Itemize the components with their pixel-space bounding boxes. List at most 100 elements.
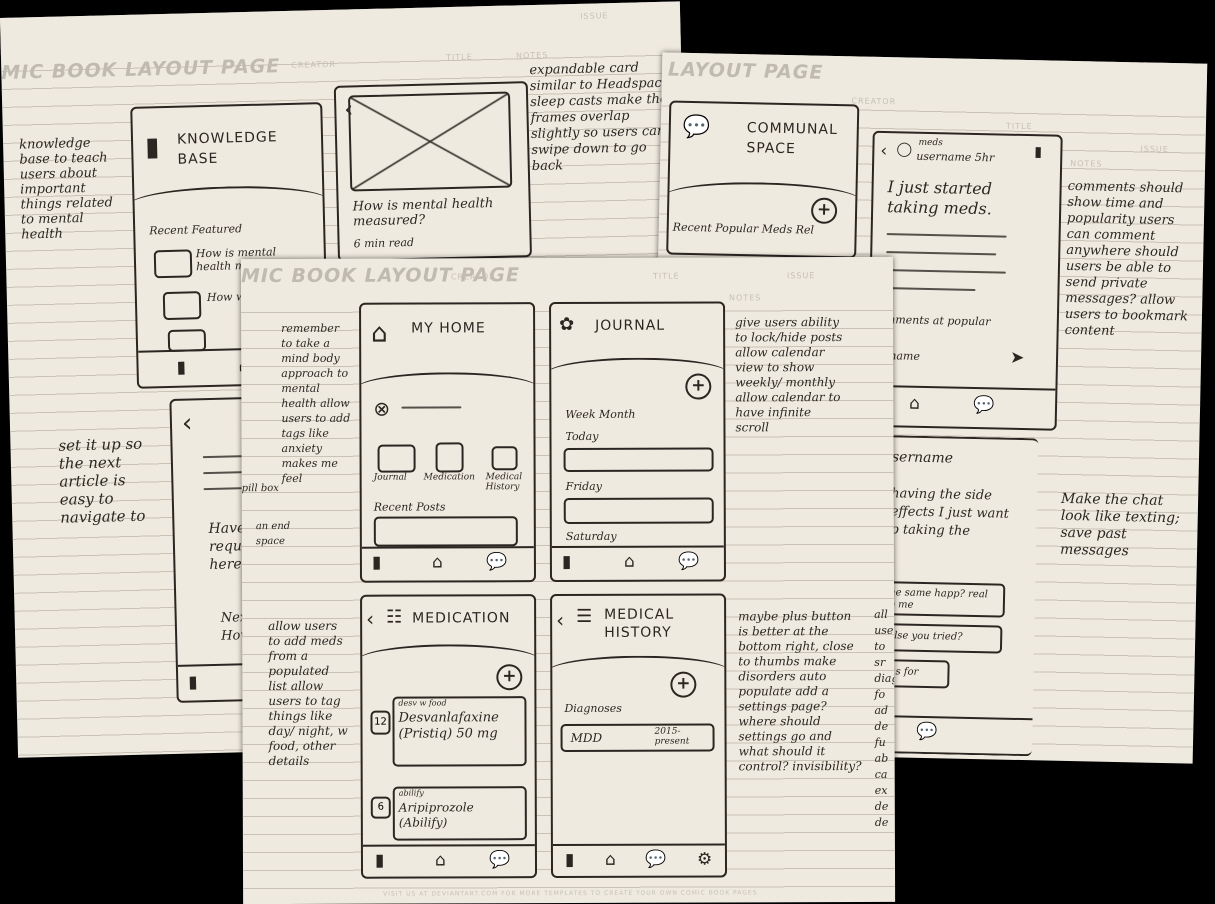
bottom-nav: ▮ ⌂ 💬 bbox=[361, 546, 534, 581]
page-title: MIC BOOK LAYOUT PAGE bbox=[1, 55, 281, 84]
avatar: ◯ bbox=[896, 141, 913, 158]
header-label: TITLE bbox=[652, 271, 680, 281]
medical-history-shortcut-icon[interactable] bbox=[491, 446, 518, 471]
med-day: 6 bbox=[377, 801, 384, 813]
calendar-icon: 12 bbox=[370, 710, 391, 735]
home-nav-icon[interactable]: ⌂ bbox=[432, 552, 443, 572]
home-nav-icon[interactable]: ⌂ bbox=[605, 850, 616, 870]
recent-post[interactable] bbox=[373, 516, 518, 547]
bookmark-icon[interactable]: ▮ bbox=[1034, 144, 1042, 160]
note-knowledge-base: knowledge base to teach users about impo… bbox=[18, 135, 114, 243]
back-arrow-icon[interactable]: ‹ bbox=[182, 408, 193, 438]
text-line bbox=[886, 251, 997, 256]
shortcut-label: Medication bbox=[423, 472, 475, 483]
article-title: How is mental health measured? bbox=[352, 196, 494, 230]
bottom-nav: ▮ ⌂ 💬 bbox=[362, 844, 536, 877]
chat-bubbles-icon: 💬 bbox=[682, 114, 711, 141]
back-arrow-icon[interactable]: ‹ bbox=[880, 141, 887, 161]
note-home: remember to take a mind body approach to… bbox=[281, 321, 351, 485]
book-nav-icon[interactable]: ▮ bbox=[375, 851, 384, 871]
book-nav-icon[interactable]: ▮ bbox=[565, 850, 574, 870]
chat-username: sername bbox=[891, 449, 954, 467]
chat-bubble: the same happ? real to me bbox=[876, 580, 1006, 618]
journal-screen: ✿ JOURNAL + Week Month Today Friday Satu… bbox=[549, 301, 727, 583]
note-comments: comments should show time and popularity… bbox=[1064, 178, 1189, 339]
header-label: NOTES bbox=[515, 50, 549, 61]
text-line bbox=[885, 269, 1006, 274]
bottom-nav: ▮ ⌂ 💬 bbox=[551, 545, 724, 581]
home-title: MY HOME bbox=[411, 320, 486, 337]
medication-name: Desvanlafaxine (Pristiq) 50 mg bbox=[398, 710, 499, 742]
kb-tabs[interactable]: Recent Featured bbox=[149, 222, 242, 237]
chat-nav-icon[interactable]: 💬 bbox=[645, 850, 666, 870]
chat-nav-icon[interactable]: 💬 bbox=[489, 850, 510, 870]
add-diagnosis-button[interactable]: + bbox=[670, 671, 697, 698]
medical-history-screen: ‹ ☰ MEDICAL HISTORY + Diagnoses MDD 2015… bbox=[550, 593, 728, 879]
diagnosis-item[interactable]: MDD 2015- present bbox=[560, 723, 715, 753]
recent-posts-label: Recent Posts bbox=[373, 500, 446, 514]
add-post-button[interactable]: + bbox=[810, 197, 838, 225]
medication-tags: desv w food bbox=[398, 698, 447, 708]
image-placeholder bbox=[162, 291, 202, 321]
header-hill bbox=[130, 184, 328, 221]
journal-tabs[interactable]: Week Month bbox=[565, 408, 635, 421]
journal-entry[interactable] bbox=[563, 497, 714, 525]
comments-tabs[interactable]: mments at popular bbox=[885, 313, 1045, 329]
journal-entry[interactable] bbox=[563, 447, 714, 473]
text-line bbox=[886, 233, 1007, 238]
chat-nav-icon[interactable]: 💬 bbox=[973, 395, 995, 415]
send-button[interactable]: ➤ bbox=[1010, 348, 1025, 368]
communal-title: COMMUNAL SPACE bbox=[746, 120, 839, 158]
header-label: CREATOR bbox=[291, 59, 337, 70]
home-nav-icon[interactable]: ⌂ bbox=[624, 552, 635, 572]
quote-pill-box: pill box bbox=[241, 483, 279, 495]
note-expandable-card: expandable card similar to Headspace sle… bbox=[529, 60, 670, 175]
settings-icon[interactable]: ⚙ bbox=[697, 849, 712, 869]
post-screen: ‹ ◯ meds username 5hr ▮ I just started t… bbox=[866, 130, 1063, 431]
image-placeholder bbox=[153, 249, 193, 279]
back-arrow-icon[interactable]: ‹ bbox=[366, 607, 374, 631]
medication-card[interactable]: abilify Aripiprozole (Abilify) bbox=[392, 786, 527, 841]
medication-title: MEDICATION bbox=[412, 610, 511, 627]
header-label: NOTES bbox=[1070, 158, 1103, 169]
add-medication-button[interactable]: + bbox=[496, 664, 523, 691]
note-medication: allow users to add meds from a populated… bbox=[268, 618, 348, 769]
chat-nav-icon[interactable]: 💬 bbox=[678, 552, 699, 572]
shortcut-label: Journal bbox=[373, 472, 407, 483]
communal-tabs[interactable]: Recent Popular Meds Rel bbox=[673, 221, 815, 237]
add-entry-button[interactable]: + bbox=[685, 373, 712, 400]
chat-message: having the side effects I just want p ta… bbox=[890, 486, 1010, 539]
header-label: CREATOR bbox=[450, 272, 496, 282]
journal-shortcut-icon[interactable] bbox=[377, 444, 416, 473]
knowledge-base-title: KNOWLEDGE BASE bbox=[176, 129, 278, 168]
home-nav-icon[interactable]: ⌂ bbox=[909, 394, 920, 414]
communal-space-screen: 💬 COMMUNAL SPACE + Recent Popular Meds R… bbox=[666, 100, 860, 259]
house-icon: ⌂ bbox=[371, 318, 388, 349]
back-arrow-icon[interactable]: ‹ bbox=[556, 608, 564, 632]
chat-nav-icon[interactable]: 💬 bbox=[916, 722, 938, 742]
note-medical-history: maybe plus button is better at the botto… bbox=[738, 609, 862, 774]
day-label: Friday bbox=[565, 479, 602, 494]
book-nav-icon[interactable]: ▮ bbox=[372, 553, 381, 573]
page-title: LAYOUT PAGE bbox=[667, 58, 824, 84]
chat-bubble-text: else you tried? bbox=[888, 630, 963, 643]
home-nav-icon[interactable]: ⌂ bbox=[435, 850, 446, 870]
sheet-header: MIC BOOK LAYOUT PAGE bbox=[0, 1, 681, 84]
header-label: TITLE bbox=[445, 52, 473, 63]
header-label: ISSUE bbox=[580, 11, 609, 21]
calendar-icon: 6 bbox=[370, 796, 391, 819]
quote-end-space: an end space bbox=[255, 520, 291, 548]
mood-icon: ⊗ bbox=[373, 396, 391, 421]
bottom-nav: ⌂ 💬 bbox=[868, 384, 1056, 429]
chat-nav-icon[interactable]: 💬 bbox=[486, 552, 507, 572]
book-nav-icon[interactable]: ▮ bbox=[562, 552, 571, 572]
book-nav-icon[interactable]: ▮ bbox=[176, 358, 186, 378]
medication-card[interactable]: desv w food Desvanlafaxine (Pristiq) 50 … bbox=[392, 696, 527, 767]
post-tag: meds bbox=[918, 137, 943, 149]
medication-shortcut-icon[interactable] bbox=[435, 442, 464, 473]
read-time: 6 min read bbox=[353, 235, 415, 251]
day-label: Today bbox=[565, 429, 599, 444]
image-placeholder bbox=[347, 91, 513, 192]
note-next-article: set it up so the next article is easy to… bbox=[58, 434, 146, 527]
book-nav-icon[interactable]: ▮ bbox=[188, 672, 198, 692]
